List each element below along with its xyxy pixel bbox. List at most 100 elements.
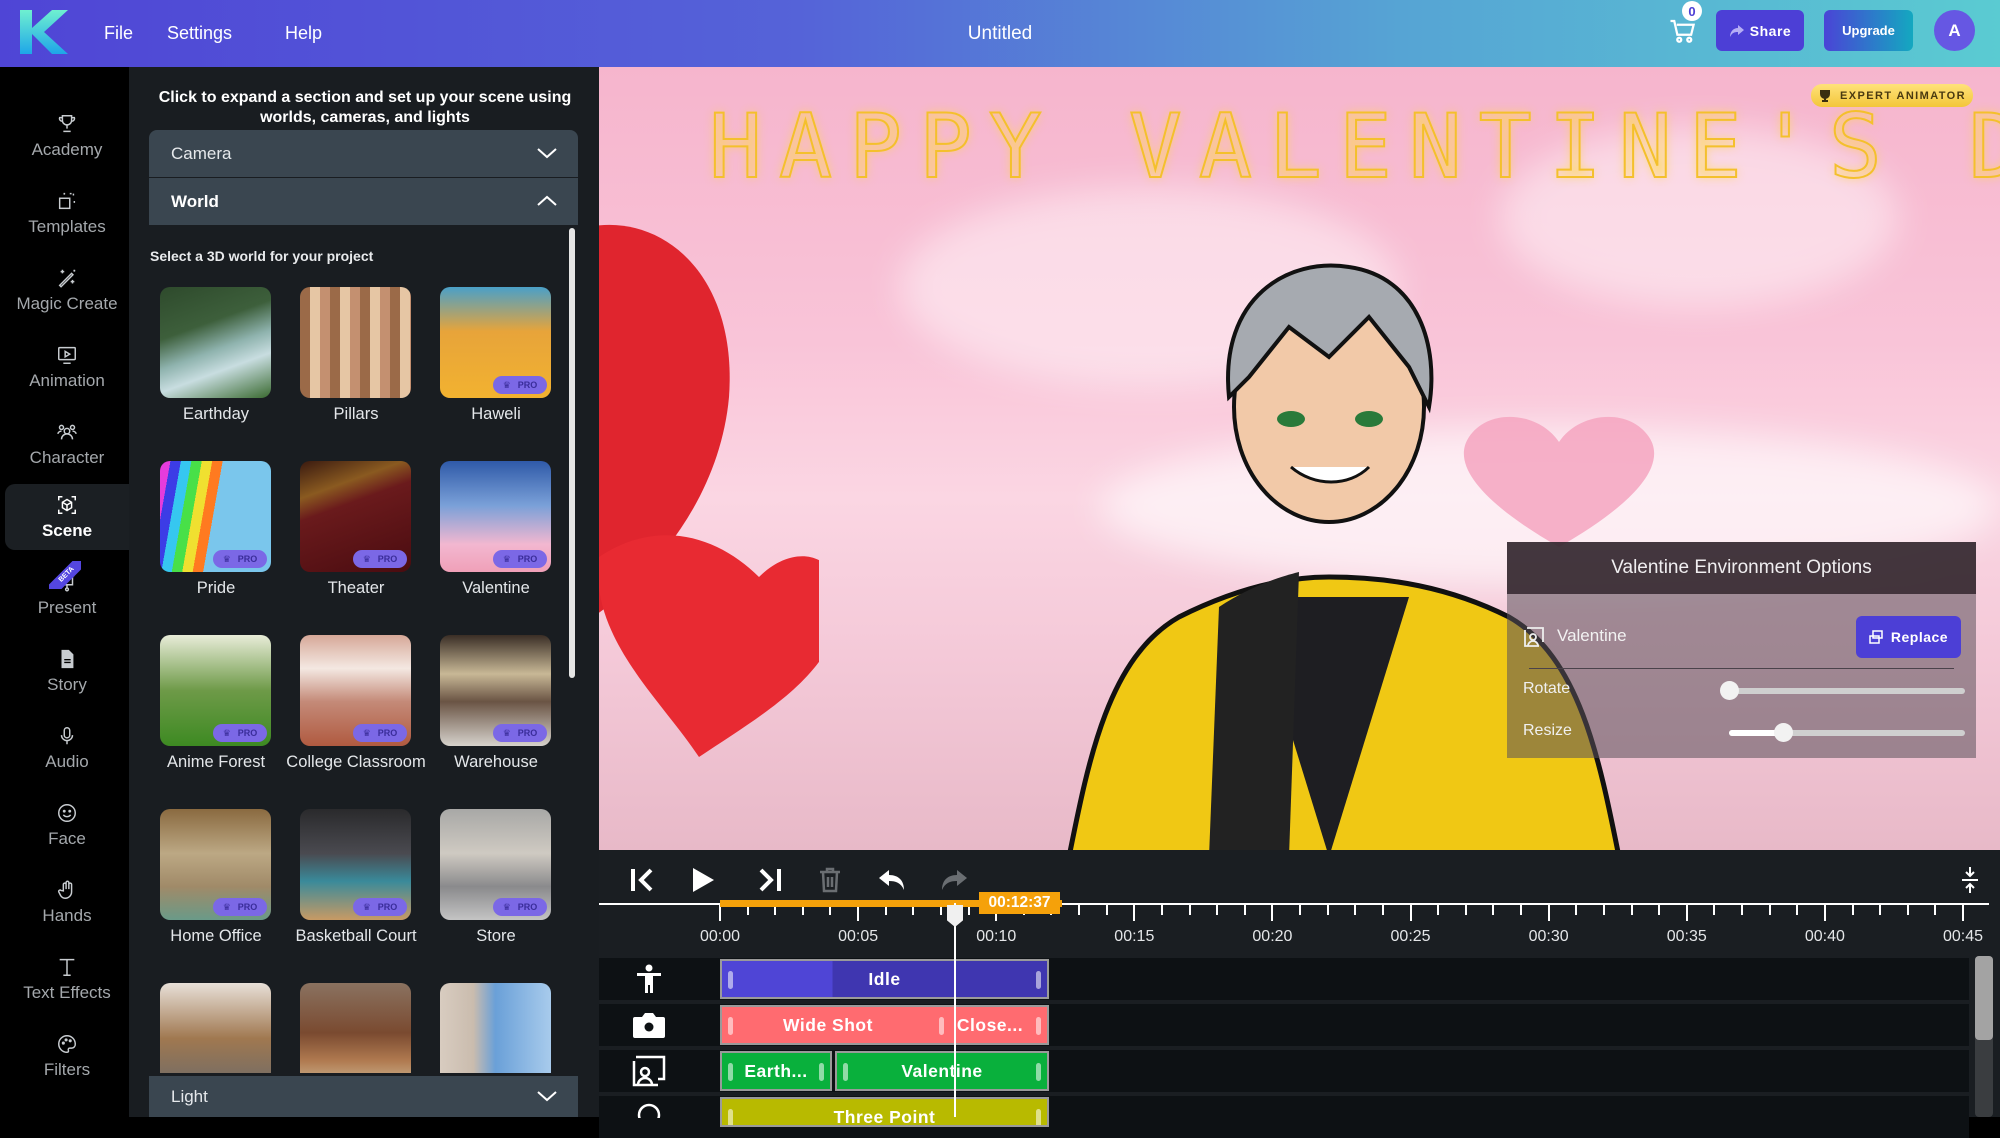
camera-icon [629, 1004, 669, 1046]
sidebar-item-scene[interactable]: Scene [5, 484, 129, 550]
trophy-icon [1820, 89, 1831, 102]
sidebar-item-label: Hands [42, 905, 92, 925]
playhead-handle[interactable] [947, 905, 963, 927]
sidebar-item-hands[interactable]: Hands [5, 869, 129, 935]
panel-scrollbar[interactable] [569, 228, 575, 678]
menu-help[interactable]: Help [285, 0, 322, 67]
crown-icon: ♛ [502, 727, 511, 738]
world-tile-theater[interactable]: ♛ PRO Theater [300, 461, 411, 598]
pro-badge: ♛ PRO [493, 376, 547, 394]
project-title[interactable]: Untitled [968, 23, 1032, 45]
skip-start-icon [631, 868, 653, 892]
world-thumbnail [160, 287, 271, 398]
accordion-world[interactable]: World [149, 178, 578, 225]
menu-settings[interactable]: Settings [167, 0, 232, 67]
user-avatar[interactable]: A [1934, 10, 1975, 51]
sidebar-item-present[interactable]: BETA Present [5, 561, 129, 627]
world-tile-anime-forest[interactable]: ♛ PRO Anime Forest [160, 635, 271, 772]
compress-vertical-icon [1962, 867, 1978, 893]
tick-label: 00:40 [1804, 928, 1845, 945]
world-tile-basketball-court[interactable]: ♛ PRO Basketball Court [295, 809, 417, 946]
pro-badge: ♛ PRO [353, 898, 407, 916]
upgrade-label: Upgrade [1842, 23, 1895, 38]
kaiber-logo-icon[interactable] [18, 8, 70, 56]
clip-wide-shot[interactable]: Wide Shot [720, 1005, 936, 1045]
sidebar-item-audio[interactable]: Audio [5, 715, 129, 781]
world-tile-warehouse[interactable]: ♛ PRO Warehouse [440, 635, 551, 772]
chevron-up-icon [537, 195, 557, 206]
world-thumbnail: ♛ PRO [440, 809, 551, 920]
tick-label: 00:25 [1390, 928, 1431, 945]
sidebar-item-label: Story [47, 674, 87, 694]
world-thumbnail: ♛ PRO [300, 461, 411, 572]
sidebar-item-character[interactable]: Character [5, 411, 129, 477]
timeline-scrollbar[interactable] [1975, 956, 1993, 1117]
clip-valentine[interactable]: Valentine [835, 1051, 1049, 1091]
minor-tick [1768, 905, 1771, 915]
world-tile-store[interactable]: ♛ PRO Store [440, 809, 551, 946]
world-tile-valentine[interactable]: ♛ PRO Valentine [440, 461, 551, 598]
play-button[interactable] [685, 862, 721, 898]
upgrade-button[interactable]: Upgrade [1824, 10, 1913, 51]
sidebar-item-face[interactable]: Face [5, 792, 129, 858]
skip-to-end-button[interactable] [751, 862, 787, 898]
world-tile-conference-room[interactable] [300, 983, 411, 1073]
delete-button[interactable] [812, 862, 848, 898]
headline-text[interactable]: HAPPY VALENTINE'S DAY [708, 94, 2000, 199]
sidebar-item-templates[interactable]: Templates [5, 180, 129, 246]
world-tile-office[interactable] [160, 983, 271, 1073]
undo-button[interactable] [874, 862, 910, 898]
sidebar-item-magic-create[interactable]: Magic Create [5, 257, 129, 323]
world-tile-airport[interactable] [440, 983, 551, 1073]
sidebar-item-filters[interactable]: Filters [5, 1023, 129, 1089]
world-tile-haweli[interactable]: ♛ PRO Haweli [440, 287, 551, 424]
magic-wand-icon [58, 269, 76, 288]
sidebar-item-animation[interactable]: Animation [5, 334, 129, 400]
minor-tick [1602, 905, 1605, 915]
playhead-line[interactable] [954, 903, 956, 1117]
world-tile-pride[interactable]: ♛ PRO Pride [160, 461, 271, 598]
rotate-slider-knob[interactable] [1720, 681, 1739, 700]
minor-tick [1354, 905, 1357, 915]
animation-play-icon [58, 346, 76, 364]
sidebar-item-story[interactable]: Story [5, 638, 129, 704]
minor-tick [1188, 905, 1191, 915]
resize-slider[interactable] [1729, 723, 1965, 742]
world-tile-earthday[interactable]: Earthday [160, 287, 271, 424]
world-name: Haweli [471, 405, 521, 423]
clip-three-point[interactable]: Three Point [720, 1097, 1049, 1127]
scene-viewport[interactable]: HAPPY VALENTINE'S DAY EXPERT ANIMATOR Va… [599, 67, 2000, 850]
timeline-scrollbar-thumb[interactable] [1975, 956, 1993, 1040]
world-tile-pillars[interactable]: Pillars [300, 287, 411, 424]
world-name: Warehouse [454, 753, 538, 771]
world-tile-college-classroom[interactable]: ♛ PRO College Classroom [286, 635, 426, 772]
minor-tick [1934, 905, 1937, 915]
world-tile-home-office[interactable]: ♛ PRO Home Office [160, 809, 271, 946]
replace-button[interactable]: Replace [1856, 616, 1961, 658]
minor-tick [1906, 905, 1909, 915]
skip-to-start-button[interactable] [625, 862, 661, 898]
rotate-slider[interactable] [1720, 681, 1965, 700]
current-time-badge: 00:12:37 [979, 892, 1060, 914]
sidebar-item-label: Audio [45, 751, 89, 771]
world-thumbnail: ♛ PRO [300, 809, 411, 920]
major-tick [1962, 905, 1964, 921]
clip-idle[interactable]: Idle [720, 959, 1049, 999]
expert-animator-badge: EXPERT ANIMATOR [1811, 84, 1973, 107]
accordion-light[interactable]: Light [149, 1076, 578, 1117]
clip-close-up[interactable]: Close... [933, 1005, 1049, 1045]
minor-tick [1299, 905, 1302, 915]
minor-tick [1078, 905, 1081, 915]
sidebar-item-text-effects[interactable]: Text Effects [5, 946, 129, 1012]
collapse-timeline-button[interactable] [1952, 862, 1988, 898]
minor-tick [1520, 905, 1523, 915]
world-name: Home Office [170, 927, 262, 945]
undo-icon [879, 870, 904, 890]
clip-earthday[interactable]: Earth... [720, 1051, 832, 1091]
redo-button[interactable] [936, 862, 972, 898]
tick-label: 00:10 [976, 928, 1017, 945]
share-button[interactable]: Share [1716, 10, 1804, 51]
menu-file[interactable]: File [104, 0, 133, 67]
accordion-camera[interactable]: Camera [149, 130, 578, 177]
sidebar-item-academy[interactable]: Academy [5, 103, 129, 169]
